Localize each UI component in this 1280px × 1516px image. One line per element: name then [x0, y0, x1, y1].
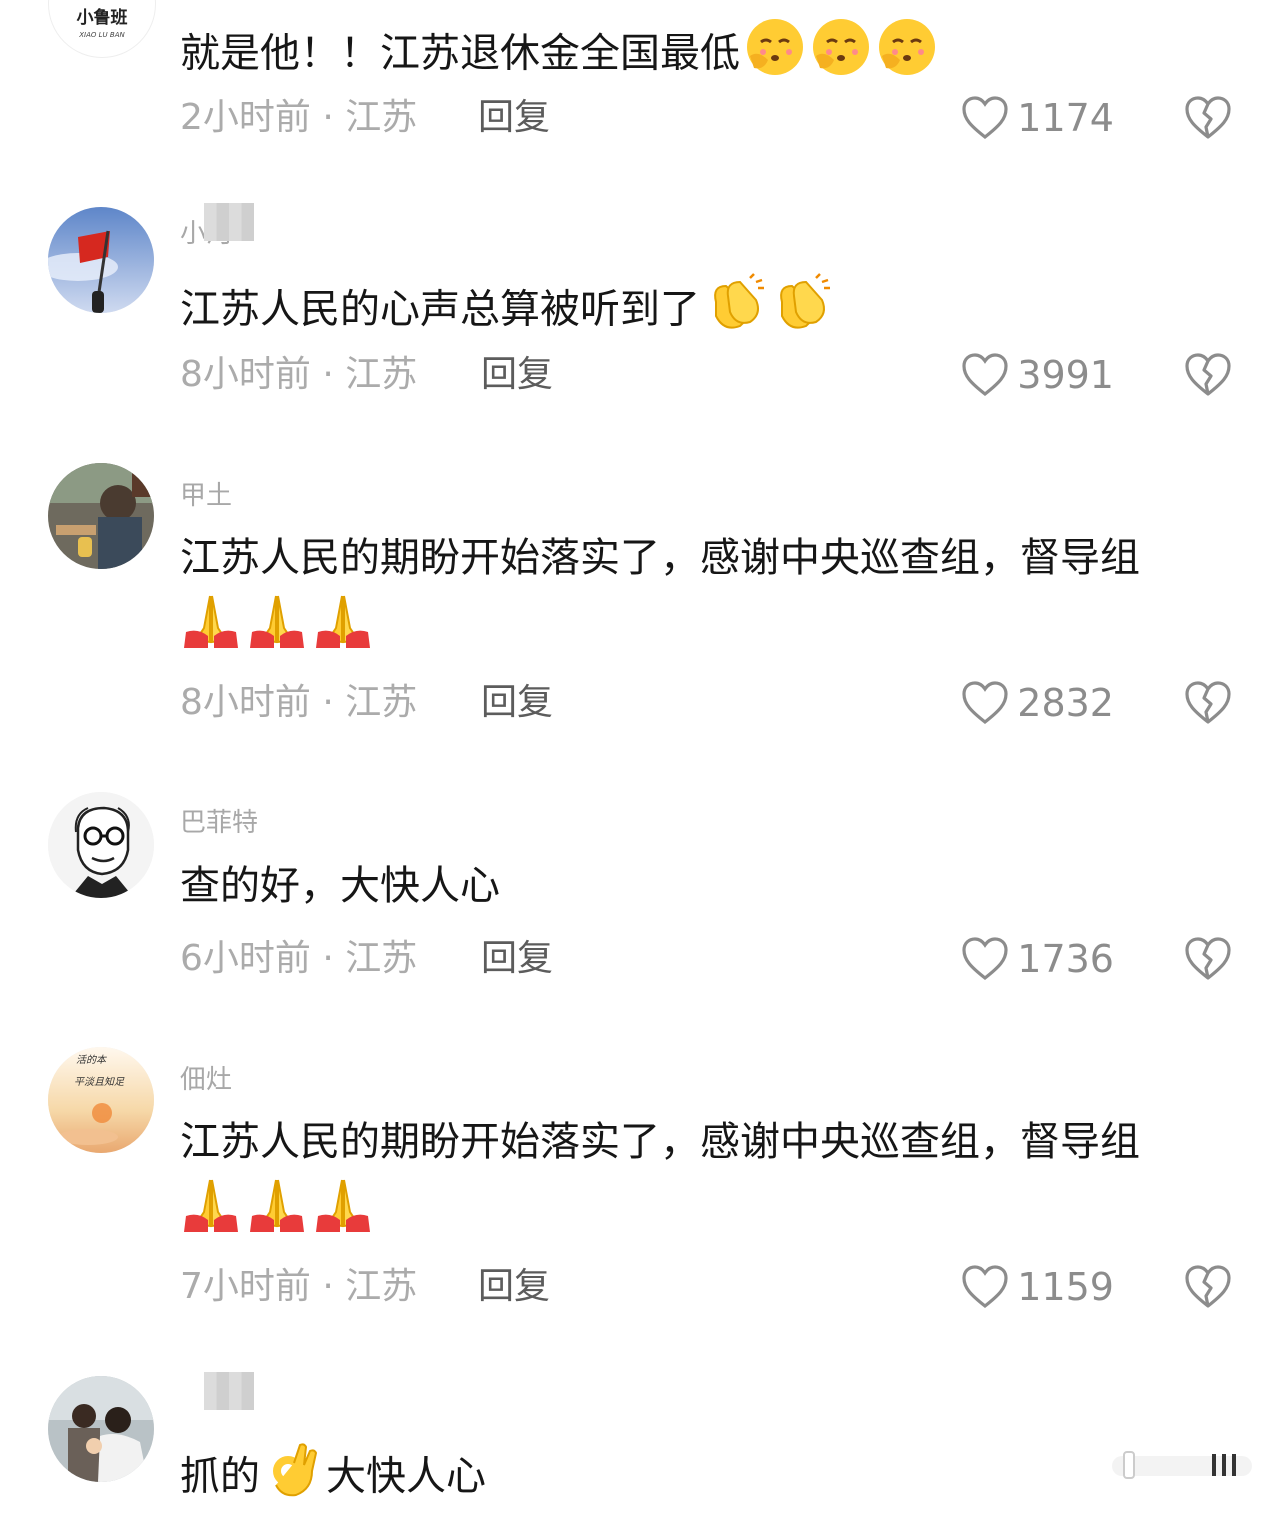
like-count: 1736: [1017, 937, 1114, 981]
reply-button[interactable]: 回复: [478, 1265, 550, 1309]
comment-time-location: 6小时前 · 江苏: [180, 938, 418, 979]
avatar[interactable]: [48, 792, 154, 898]
folded-hands-icon: [180, 1172, 242, 1251]
shushing-face-icon: [876, 16, 938, 95]
heart-icon: [962, 1265, 1008, 1309]
like-button[interactable]: 3991: [961, 350, 1114, 400]
comment-time-location: 8小时前 · 江苏: [180, 354, 418, 395]
shushing-face-icon: [810, 16, 872, 95]
reply-button[interactable]: 回复: [481, 681, 553, 725]
shushing-face-icon: [744, 16, 806, 95]
folded-hands-icon: [312, 1172, 374, 1251]
comment-time-location: 2小时前 · 江苏: [180, 97, 418, 138]
avatar-overlay-subtext: 平淡且知足: [74, 1076, 125, 1088]
like-count: 2832: [1017, 681, 1114, 725]
comment-text: 就是他！！江苏退休金全国最低: [180, 16, 1240, 95]
avatar[interactable]: [48, 207, 154, 313]
broken-heart-icon[interactable]: [1184, 680, 1232, 726]
like-count: 3991: [1017, 353, 1114, 397]
ok-hand-icon: [264, 1441, 322, 1516]
reply-button[interactable]: 回复: [478, 96, 550, 140]
heart-icon: [962, 353, 1008, 397]
avatar[interactable]: [48, 463, 154, 569]
folded-hands-icon: [312, 588, 374, 667]
like-count: 1159: [1017, 1265, 1114, 1309]
comment-text-body: 就是他！！江苏退休金全国最低: [180, 30, 740, 77]
heart-icon: [962, 681, 1008, 725]
broken-heart-icon[interactable]: [1184, 936, 1232, 982]
comment-text-body: 查的好，大快人心: [180, 863, 500, 909]
comment-time-location: 8小时前 · 江苏: [180, 682, 418, 723]
avatar-logo-text: 小鲁班: [77, 7, 128, 28]
avatar-overlay-text: 活的本: [76, 1054, 107, 1066]
reply-button[interactable]: 回复: [481, 353, 553, 397]
username[interactable]: 甲土: [180, 481, 232, 511]
clapping-hands-icon: [704, 272, 766, 351]
avatar[interactable]: 活的本 平淡且知足: [48, 1047, 154, 1153]
comment-text: 江苏人民的期盼开始落实了，感谢中央巡查组，督导组: [180, 528, 1240, 667]
avatar-logo-subtext: XIAO LU BAN: [78, 31, 125, 39]
folded-hands-icon: [180, 588, 242, 667]
username[interactable]: 佃灶: [180, 1065, 232, 1095]
comment-text: 查的好，大快人心: [180, 856, 1240, 916]
avatar[interactable]: [48, 1376, 154, 1482]
comment-time-location: 7小时前 · 江苏: [180, 1266, 418, 1307]
username-mosaic: [204, 203, 254, 241]
like-count: 1174: [1017, 96, 1114, 140]
like-button[interactable]: 1174: [961, 93, 1114, 143]
username[interactable]: 巴菲特: [180, 808, 258, 838]
avatar[interactable]: 小鲁班 XIAO LU BAN: [48, 0, 156, 58]
comment-text-tail: 大快人心: [326, 1453, 486, 1500]
username-mosaic: [204, 1372, 254, 1410]
scroll-indicator[interactable]: [1112, 1448, 1262, 1484]
reply-button[interactable]: 回复: [481, 937, 553, 981]
comment-text-body: 江苏人民的期盼开始落实了，感谢中央巡查组，督导组: [180, 535, 1140, 581]
heart-icon: [962, 937, 1008, 981]
folded-hands-icon: [246, 1172, 308, 1251]
comment-text: 抓的 大快人心: [180, 1441, 1240, 1516]
broken-heart-icon[interactable]: [1184, 1264, 1232, 1310]
heart-icon: [962, 96, 1008, 140]
broken-heart-icon[interactable]: [1184, 95, 1232, 141]
like-button[interactable]: 1736: [961, 934, 1114, 984]
comment-text-body: 江苏人民的心声总算被听到了: [180, 286, 700, 333]
clapping-hands-icon: [770, 272, 832, 351]
folded-hands-icon: [246, 588, 308, 667]
comment-text-body: 抓的: [180, 1453, 260, 1500]
like-button[interactable]: 1159: [961, 1262, 1114, 1312]
comment-text: 江苏人民的心声总算被听到了: [180, 272, 1240, 351]
like-button[interactable]: 2832: [961, 678, 1114, 728]
comment-text: 江苏人民的期盼开始落实了，感谢中央巡查组，督导组: [180, 1112, 1240, 1251]
broken-heart-icon[interactable]: [1184, 352, 1232, 398]
comment-text-body: 江苏人民的期盼开始落实了，感谢中央巡查组，督导组: [180, 1119, 1140, 1165]
